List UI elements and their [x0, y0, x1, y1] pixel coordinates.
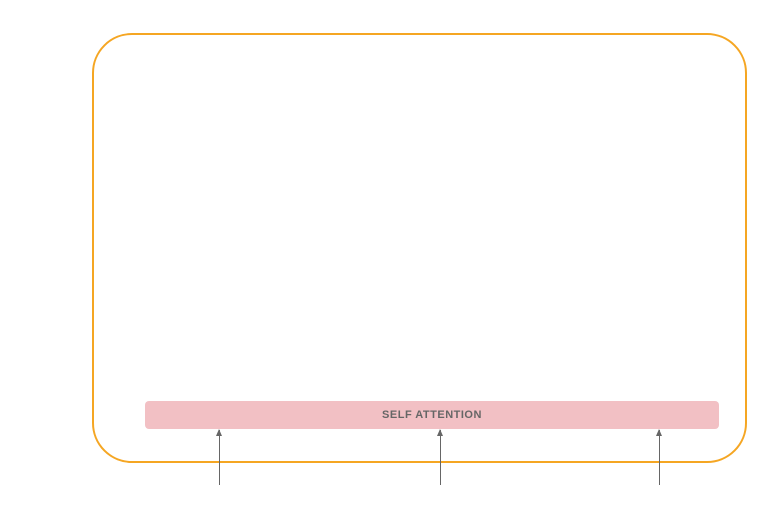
self-attention-block: SELF ATTENTION [145, 401, 719, 429]
input-arrow-1 [219, 430, 220, 485]
transformer-block-container [92, 33, 747, 463]
input-arrow-2 [440, 430, 441, 485]
self-attention-label: SELF ATTENTION [382, 409, 482, 421]
input-arrow-3 [659, 430, 660, 485]
